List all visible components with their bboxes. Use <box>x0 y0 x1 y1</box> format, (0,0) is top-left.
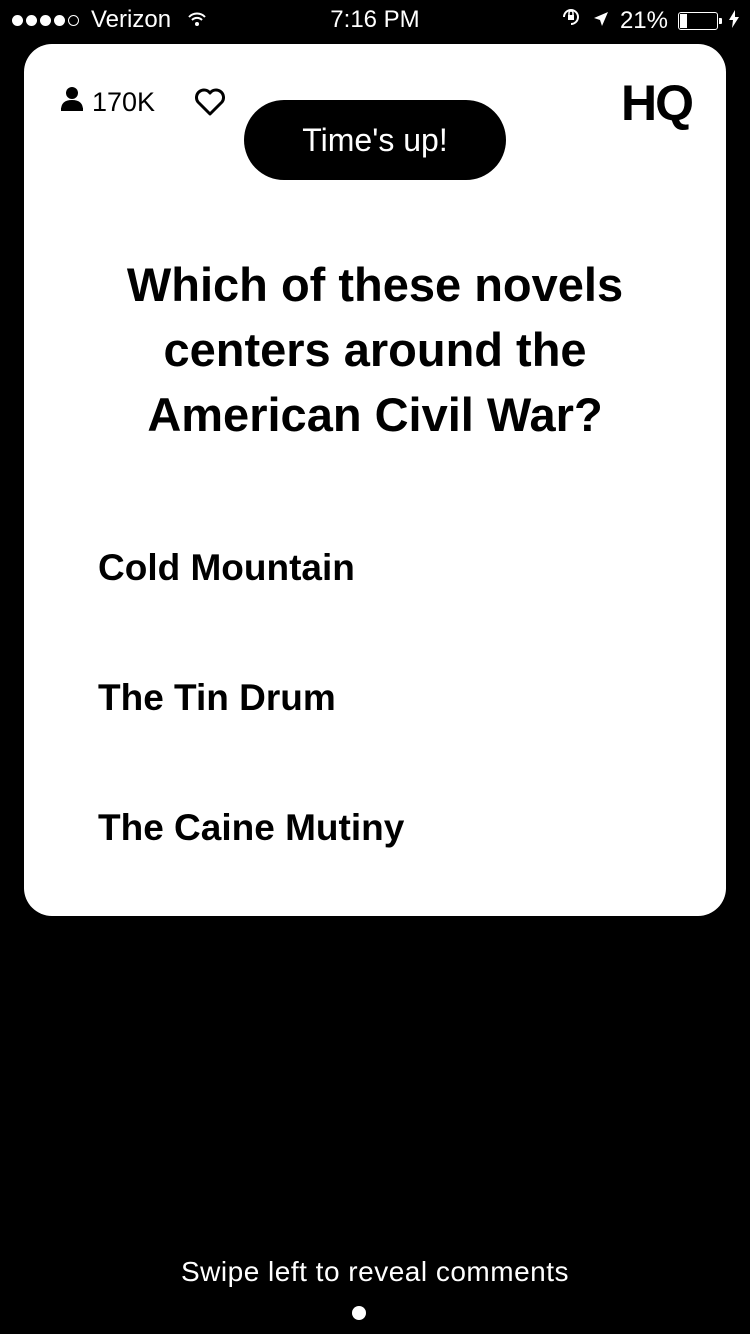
battery-percent: 21% <box>619 6 668 34</box>
battery-fill <box>680 13 687 28</box>
answer-option[interactable]: The Caine Mutiny <box>98 798 658 928</box>
rotation-lock-icon <box>560 6 582 35</box>
question-card: 170K Time's up! HQ Which of these novels… <box>24 44 726 916</box>
user-icon <box>60 86 84 119</box>
status-right: 21% <box>560 6 740 35</box>
viewer-count: 170K <box>60 86 155 119</box>
status-bar: Verizon 7:16 PM 21% <box>0 0 750 40</box>
location-arrow-icon <box>592 7 610 35</box>
question-text: Which of these novels centers around the… <box>126 258 624 441</box>
trivia-screen: Verizon 7:16 PM 21% 170K Time's up! HQ W… <box>0 0 750 1334</box>
battery-cap <box>719 17 722 24</box>
battery-icon <box>678 11 722 30</box>
answer-list: Cold Mountain The Tin Drum The Caine Mut… <box>98 538 658 928</box>
swipe-hint: Swipe left to reveal comments <box>181 1256 569 1287</box>
heart-icon[interactable] <box>194 88 226 121</box>
charging-bolt-icon <box>728 7 740 35</box>
answer-option[interactable]: Cold Mountain <box>98 538 658 668</box>
timer-status-pill: Time's up! <box>244 100 506 180</box>
timer-label: Time's up! <box>302 121 448 158</box>
answer-option[interactable]: The Tin Drum <box>98 668 658 798</box>
viewer-count-label: 170K <box>92 87 156 117</box>
page-indicator-dot <box>352 1306 366 1320</box>
hq-logo: HQ <box>621 75 694 131</box>
